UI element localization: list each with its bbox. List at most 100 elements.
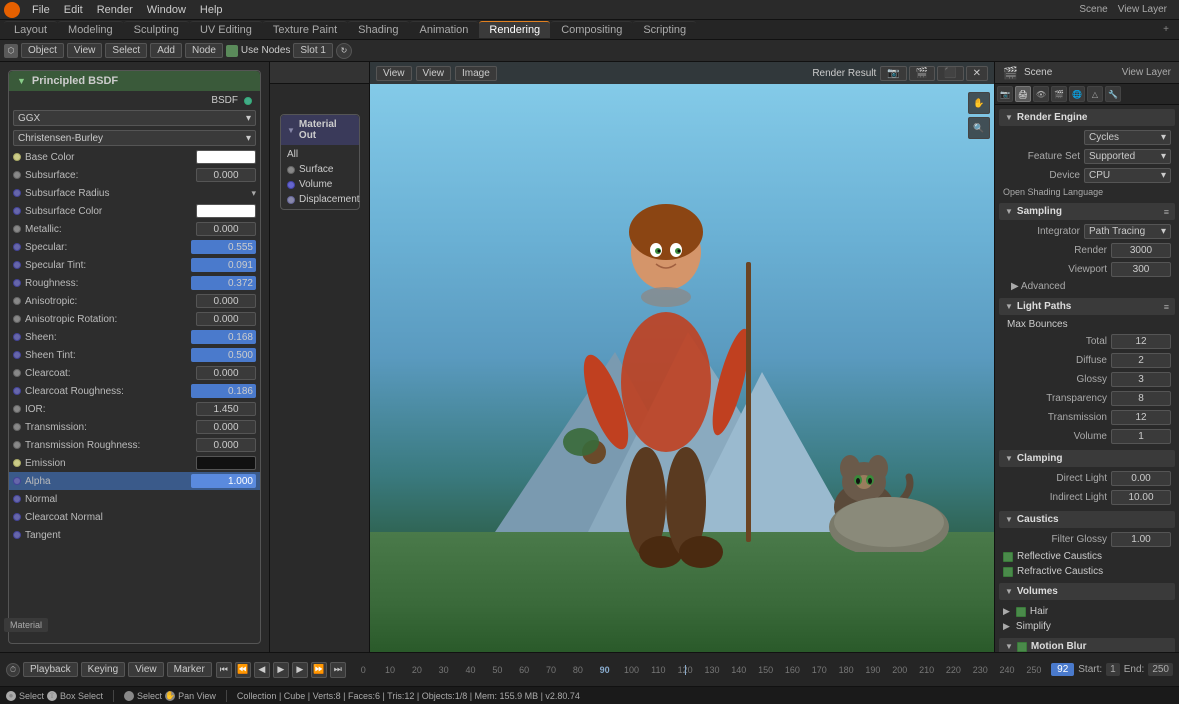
motion-blur-checkbox[interactable] xyxy=(1017,642,1027,652)
glossy-value[interactable]: 3 xyxy=(1111,372,1171,387)
subsurface-method-dropdown[interactable]: Christensen-Burley ▾ xyxy=(13,130,256,146)
roughness-slider[interactable]: 0.372 xyxy=(191,276,256,290)
motion-blur-header[interactable]: ▼ Motion Blur xyxy=(999,638,1175,652)
tab-rendering[interactable]: Rendering xyxy=(479,21,550,38)
volumes-header[interactable]: ▼ Volumes xyxy=(999,583,1175,600)
prop-tab-scene[interactable]: 🎬 xyxy=(1051,86,1067,102)
light-paths-header[interactable]: ▼ Light Paths ≡ xyxy=(999,298,1175,315)
select-menu-btn[interactable]: Select xyxy=(105,43,147,58)
subsurface-radius-arrow[interactable]: ▾ xyxy=(251,188,256,199)
sampling-header[interactable]: ▼ Sampling ≡ xyxy=(999,203,1175,220)
prop-tab-render[interactable]: 📷 xyxy=(997,86,1013,102)
emission-color-swatch[interactable] xyxy=(196,456,256,470)
view-btn[interactable]: View xyxy=(128,662,164,677)
metallic-value[interactable]: 0.000 xyxy=(196,222,256,236)
reflective-checkbox[interactable] xyxy=(1003,552,1013,562)
prop-tab-view[interactable]: 👁 xyxy=(1033,86,1049,102)
total-value[interactable]: 12 xyxy=(1111,334,1171,349)
menu-render[interactable]: Render xyxy=(91,2,139,18)
tab-layout[interactable]: Layout xyxy=(4,21,57,38)
device-dropdown[interactable]: CPU ▾ xyxy=(1084,168,1171,183)
caustics-header[interactable]: ▼ Caustics xyxy=(999,511,1175,528)
tab-scripting[interactable]: Scripting xyxy=(633,21,696,38)
menu-edit[interactable]: Edit xyxy=(58,2,89,18)
direct-light-value[interactable]: 0.00 xyxy=(1111,471,1171,486)
render-btn-4[interactable]: ✕ xyxy=(966,66,988,81)
tab-modeling[interactable]: Modeling xyxy=(58,21,123,38)
marker-btn[interactable]: Marker xyxy=(167,662,212,677)
collapse-icon[interactable]: ▼ xyxy=(17,76,26,86)
clearcoat-roughness-slider[interactable]: 0.186 xyxy=(191,384,256,398)
slot-dropdown[interactable]: Slot 1 xyxy=(293,43,333,58)
tab-compositing[interactable]: Compositing xyxy=(551,21,632,38)
integrator-dropdown[interactable]: Path Tracing ▾ xyxy=(1084,224,1171,239)
indirect-light-value[interactable]: 10.00 xyxy=(1111,490,1171,505)
diffuse-value[interactable]: 2 xyxy=(1111,353,1171,368)
keying-btn[interactable]: Keying xyxy=(81,662,126,677)
render-btn-1[interactable]: 📷 xyxy=(880,66,906,81)
specular-slider[interactable]: 0.555 xyxy=(191,240,256,254)
advanced-label[interactable]: ▶ Advanced xyxy=(1003,281,1065,292)
hair-checkbox[interactable] xyxy=(1016,607,1026,617)
sheen-slider[interactable]: 0.168 xyxy=(191,330,256,344)
menu-window[interactable]: Window xyxy=(141,2,192,18)
sampling-settings-icon[interactable]: ≡ xyxy=(1164,207,1169,217)
view-toolbar-btn[interactable]: View xyxy=(376,66,412,81)
start-frame[interactable]: 1 xyxy=(1106,663,1120,676)
node-menu-btn[interactable]: Node xyxy=(185,43,223,58)
render-btn-3[interactable]: ⬛ xyxy=(937,66,963,81)
viewport-samples-value[interactable]: 300 xyxy=(1111,262,1171,277)
sheen-tint-slider[interactable]: 0.500 xyxy=(191,348,256,362)
hair-arrow[interactable]: ▶ xyxy=(1003,606,1010,617)
subsurface-color-swatch[interactable] xyxy=(196,204,256,218)
current-frame[interactable]: 92 xyxy=(1051,663,1074,676)
transmission-roughness-value[interactable]: 0.000 xyxy=(196,438,256,452)
transmission-value[interactable]: 0.000 xyxy=(196,420,256,434)
filter-glossy-value[interactable]: 1.00 xyxy=(1111,532,1171,547)
tab-texture-paint[interactable]: Texture Paint xyxy=(263,21,347,38)
timeline-type-icon[interactable]: ⏱ xyxy=(6,663,20,677)
tab-sculpting[interactable]: Sculpting xyxy=(124,21,189,38)
transparency-value[interactable]: 8 xyxy=(1111,391,1171,406)
volume-value[interactable]: 1 xyxy=(1111,429,1171,444)
light-paths-settings-icon[interactable]: ≡ xyxy=(1164,302,1169,312)
prop-tab-object[interactable]: △ xyxy=(1087,86,1103,102)
use-nodes-toggle[interactable]: Use Nodes xyxy=(226,45,290,57)
anisotropic-value[interactable]: 0.000 xyxy=(196,294,256,308)
menu-file[interactable]: File xyxy=(26,2,56,18)
transmission-value[interactable]: 12 xyxy=(1111,410,1171,425)
add-menu-btn[interactable]: Add xyxy=(150,43,182,58)
prop-tab-output[interactable]: 🖨 xyxy=(1015,86,1031,102)
ior-value[interactable]: 1.450 xyxy=(196,402,256,416)
material-out-collapse[interactable]: ▼ xyxy=(287,126,295,135)
specular-tint-slider[interactable]: 0.091 xyxy=(191,258,256,272)
material-tab-label[interactable]: Material xyxy=(4,618,48,632)
view2-toolbar-btn[interactable]: View xyxy=(416,66,452,81)
refractive-checkbox[interactable] xyxy=(1003,567,1013,577)
object-mode-btn[interactable]: Object xyxy=(21,43,64,58)
distribution-dropdown[interactable]: GGX ▾ xyxy=(13,110,256,126)
clamping-header[interactable]: ▼ Clamping xyxy=(999,450,1175,467)
anisotropic-rotation-value[interactable]: 0.000 xyxy=(196,312,256,326)
end-frame[interactable]: 250 xyxy=(1148,663,1173,676)
view-menu-btn[interactable]: View xyxy=(67,43,103,58)
render-engine-dropdown[interactable]: Cycles ▾ xyxy=(1084,130,1171,145)
prop-tab-modifier[interactable]: 🔧 xyxy=(1105,86,1121,102)
base-color-swatch[interactable] xyxy=(196,150,256,164)
refresh-btn[interactable]: ↻ xyxy=(336,43,352,59)
feature-set-dropdown[interactable]: Supported ▾ xyxy=(1084,149,1171,164)
playback-btn[interactable]: Playback xyxy=(23,662,78,677)
render-engine-header[interactable]: ▼ Render Engine xyxy=(999,109,1175,126)
prop-tab-world[interactable]: 🌐 xyxy=(1069,86,1085,102)
alpha-slider[interactable]: 1.000 xyxy=(191,474,256,488)
use-nodes-checkbox[interactable] xyxy=(226,45,238,57)
menu-help[interactable]: Help xyxy=(194,2,229,18)
editor-type-icon[interactable]: ⬡ xyxy=(4,44,18,58)
clearcoat-value[interactable]: 0.000 xyxy=(196,366,256,380)
subsurface-value[interactable]: 0.000 xyxy=(196,168,256,182)
tab-uv-editing[interactable]: UV Editing xyxy=(190,21,262,38)
cursor-tool-btn[interactable]: ✋ xyxy=(968,92,990,114)
render-btn-2[interactable]: 🎬 xyxy=(909,66,935,81)
simplify-arrow[interactable]: ▶ xyxy=(1003,621,1010,632)
tab-shading[interactable]: Shading xyxy=(348,21,408,38)
